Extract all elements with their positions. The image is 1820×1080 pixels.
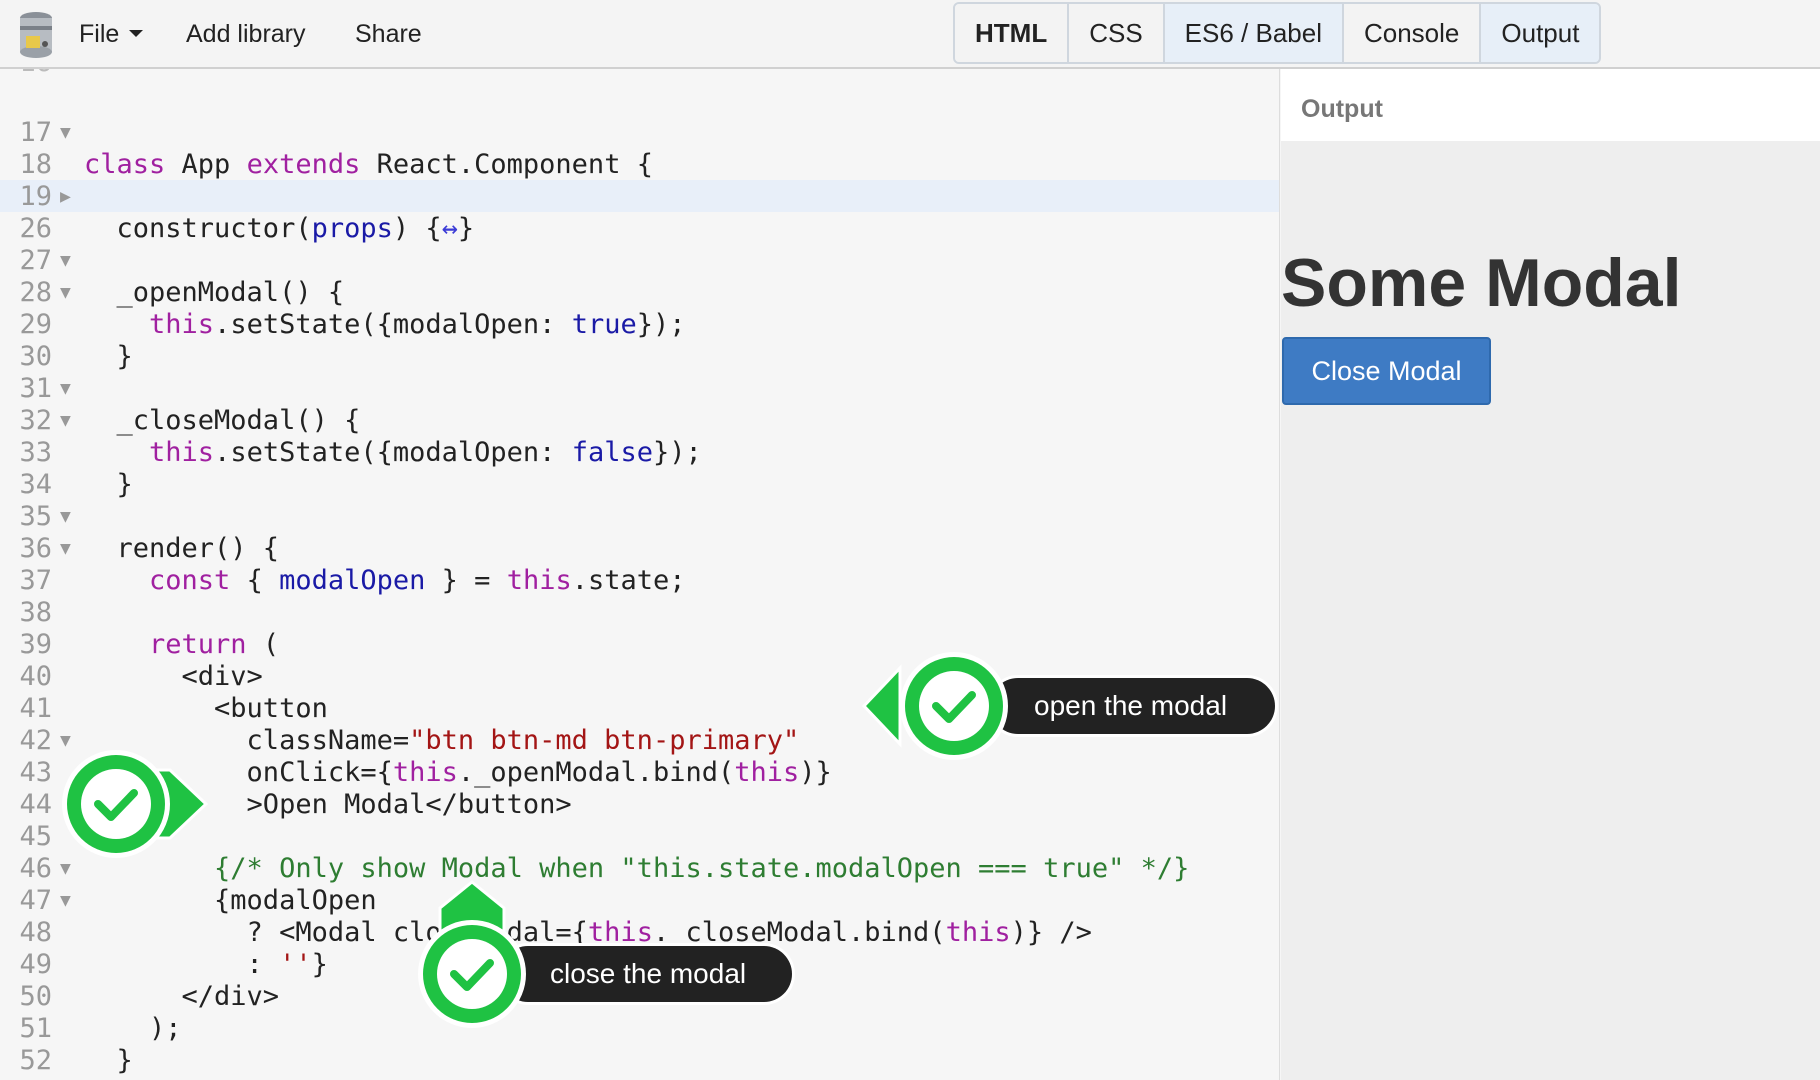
file-menu[interactable]: File [79,20,144,49]
close-modal-button[interactable]: Close Modal [1282,337,1491,405]
tab-es6-babel[interactable]: ES6 / Babel [1164,4,1344,62]
tab-html[interactable]: HTML [955,4,1070,62]
code-line: 28 ▼ this.setState({modalOpen: true}); [19,277,686,340]
code-line: 35 ▼ render() { [19,501,280,564]
add-library-menu[interactable]: Add library [186,20,306,49]
code-line: 40 <button [19,661,328,724]
panel-tabs: HTML CSS ES6 / Babel Console Output [953,2,1602,64]
annotation-close-modal: close the modal [500,946,792,1002]
code-line: 27 ▼ _openModal() { [19,245,345,308]
code-line: 33 } [19,437,133,500]
file-menu-label: File [79,20,120,48]
annotation-open-label: open the modal [1034,690,1228,721]
share-menu[interactable]: Share [355,20,422,49]
output-header: Output [1281,69,1820,141]
output-label: Output [1301,95,1383,123]
tab-css[interactable]: CSS [1069,4,1165,62]
checkmark-badge-icon [62,750,209,858]
code-line: 37 [19,565,52,596]
output-panel: Output Some Modal Close Modal [1281,69,1820,1080]
jsbin-logo-icon[interactable] [16,10,56,60]
code-line: 48 : ''} [19,917,328,980]
modal-heading: Some Modal [1281,245,1682,321]
code-line: 29 } [19,309,133,372]
code-line: 26 [19,213,52,244]
code-line: 39 <div> [19,629,263,692]
chevron-down-icon [129,29,144,37]
code-line: 31 ▼ _closeModal() { [19,373,361,436]
code-line: 38 return ( [19,597,280,660]
code-line: 19 ▶ constructor(props) {↔} [19,181,475,244]
code-line: 36 ▼ const { modalOpen } = this.state; [19,533,686,596]
tab-output[interactable]: Output [1481,4,1600,62]
code-line: 32 ▼ this.setState({modalOpen: false}); [19,405,702,468]
code-line: 52 } [19,1045,100,1080]
checkmark-badge-icon [418,880,526,1028]
code-line: 30 [19,341,52,372]
code-line: 34 [19,469,52,500]
tab-console[interactable]: Console [1343,4,1482,62]
toolbar: File Add library Share HTML CSS ES6 / Ba… [0,0,1820,69]
code-line: 18 [19,149,52,180]
checkmark-badge-icon [861,652,1008,760]
code-line: 16 [0,69,1279,79]
code-line: 49 </div> [19,949,280,1012]
code-line: 17 ▼ class App extends React.Component { [19,117,653,180]
annotation-close-label: close the modal [550,958,747,989]
code-line: 53 [0,1045,1279,1080]
code-editor[interactable]: 16 17▼ class App extends React.Component… [0,69,1280,1080]
annotation-open-modal: open the modal [990,678,1275,734]
